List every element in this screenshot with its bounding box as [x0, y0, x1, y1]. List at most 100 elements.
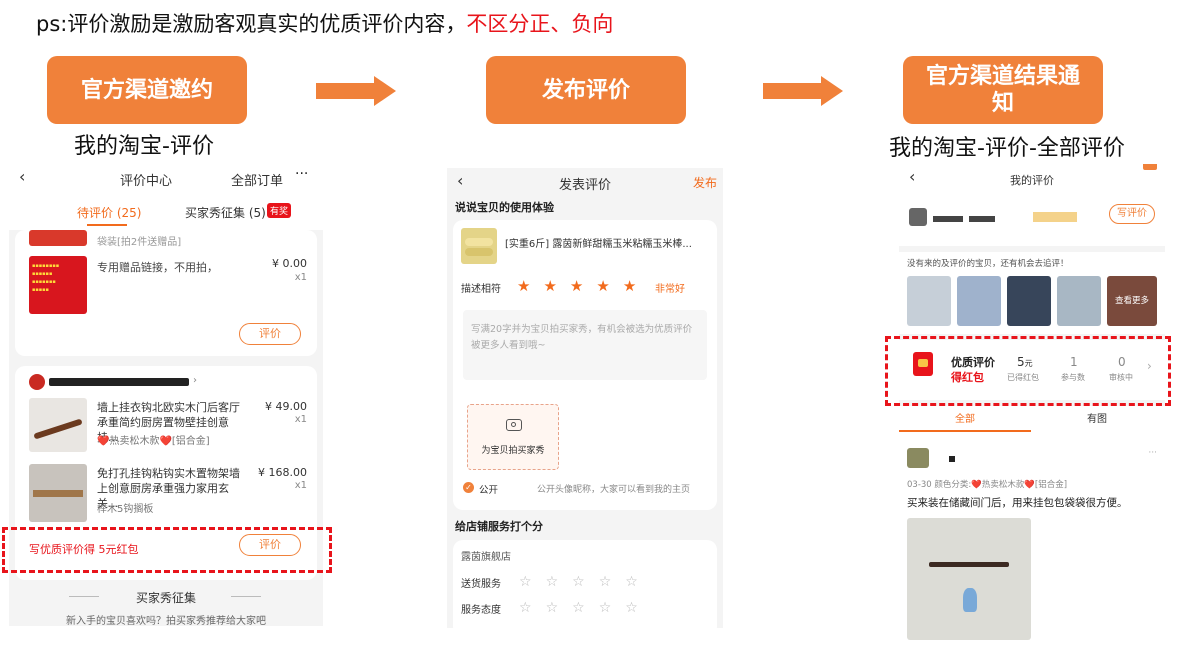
tab-pending[interactable]: 待评价 (25)	[77, 204, 141, 221]
more-dots-icon[interactable]: ···	[1148, 448, 1157, 458]
checkbox-checked-icon[interactable]: ✓	[463, 482, 474, 493]
gift-thumbnail: ▪▪▪▪▪▪▪▪ ▪▪▪▪▪▪ ▪▪▪▪▪▪▪ ▪▪▪▪▪	[29, 256, 87, 314]
add-photo-button[interactable]: 为宝贝拍买家秀	[467, 404, 559, 470]
item-tags: 榉木5钩搁板	[97, 504, 154, 515]
redacted-level	[1033, 212, 1077, 222]
rating-stars[interactable]: ★ ★ ★ ★ ★	[517, 276, 649, 295]
chevron-right-icon: ›	[193, 375, 197, 386]
see-more-label: 查看更多	[1114, 296, 1149, 306]
product-thumbnail[interactable]	[1057, 276, 1101, 326]
star-icon[interactable]: ★	[543, 277, 556, 295]
divider	[231, 596, 261, 597]
step-invite-label: 官方渠道邀约	[80, 77, 213, 103]
item-title: 专用赠品链接，不用拍，	[97, 261, 218, 274]
service-label: 服务态度	[461, 605, 501, 616]
avatar	[909, 208, 927, 226]
highlight-frame	[885, 336, 1171, 406]
item-price: ¥ 49.00	[265, 400, 307, 413]
step-invite-box: 官方渠道邀约	[47, 56, 247, 124]
tab-active-indicator	[899, 430, 1031, 432]
section-experience: 说说宝贝的使用体验	[455, 201, 554, 214]
step-notify-caption: 我的淘宝-评价-全部评价	[889, 136, 1125, 161]
shop-rating-card: 露茵旗舰店 送货服务 ☆ ☆ ☆ ☆ ☆ 服务态度 ☆ ☆ ☆ ☆ ☆	[453, 540, 717, 628]
star-outline-icon[interactable]: ☆	[519, 574, 532, 590]
service-stars[interactable]: ☆ ☆ ☆ ☆ ☆	[519, 597, 652, 616]
star-outline-icon[interactable]: ☆	[599, 600, 612, 616]
reward-badge: 有奖	[267, 203, 292, 218]
star-icon[interactable]: ★	[517, 277, 530, 295]
note-highlight: 不区分正、负向	[466, 12, 614, 36]
item-qty: x1	[294, 414, 307, 425]
phone2-header: ‹ 发表评价 发布	[447, 168, 723, 196]
divider	[899, 246, 1165, 252]
public-hint: 公开头像昵称，大家可以看到我的主页	[537, 485, 691, 495]
star-outline-icon[interactable]: ☆	[546, 574, 559, 590]
star-outline-icon[interactable]: ☆	[572, 600, 585, 616]
product-thumbnail	[461, 228, 497, 264]
phone1-header: ‹ 评价中心 全部订单 ···	[9, 164, 323, 194]
step-invite-caption: 我的淘宝-评价	[74, 134, 214, 159]
star-outline-icon[interactable]: ☆	[572, 574, 585, 590]
review-placeholder: 写满20字并为宝贝拍买家秀，有机会被选为优质评价被更多人看到哦~	[471, 324, 693, 351]
highlight-frame	[2, 527, 332, 573]
shop-logo	[29, 374, 45, 390]
pending-order-card: 袋装[拍2件送赠品] ▪▪▪▪▪▪▪▪ ▪▪▪▪▪▪ ▪▪▪▪▪▪▪ ▪▪▪▪▪ 专用…	[15, 230, 317, 356]
add-photo-label: 为宝贝拍买家秀	[481, 446, 545, 456]
product-title: [实重6斤] 露茵新鲜甜糯玉米粘糯玉米棒...	[505, 239, 692, 250]
more-dots-icon[interactable]: ···	[295, 166, 308, 182]
star-outline-icon[interactable]: ☆	[625, 574, 638, 590]
product-thumbnail[interactable]	[957, 276, 1001, 326]
tab-collect[interactable]: 买家秀征集 (5)	[185, 204, 266, 221]
shop-name: 露茵旗舰店	[461, 552, 511, 563]
tab-active-indicator	[87, 224, 127, 226]
collect-subtitle: 新入手的宝贝喜欢吗？拍买家秀推荐给大家吧	[66, 616, 266, 626]
tab-with-images[interactable]: 有图	[1087, 410, 1107, 425]
phone1-tabs: 待评价 (25) 买家秀征集 (5) 有奖	[9, 194, 323, 230]
item-qty: x1	[294, 272, 307, 283]
review-photo[interactable]	[907, 518, 1031, 640]
review-button[interactable]: 评价	[239, 323, 301, 345]
product-thumbnail[interactable]	[907, 276, 951, 326]
phone2-title: 发表评价	[558, 178, 611, 193]
redacted-nickname	[933, 216, 963, 222]
product-thumbnail	[29, 398, 87, 452]
product-thumbnail[interactable]	[1007, 276, 1051, 326]
avatar	[907, 448, 929, 468]
arrow-right-icon	[763, 76, 843, 106]
phone3-title: 我的评价	[1010, 174, 1054, 187]
service-stars[interactable]: ☆ ☆ ☆ ☆ ☆	[519, 571, 652, 590]
item-price: ¥ 0.00	[272, 257, 307, 270]
step-notify-box: 官方渠道结果通知	[903, 56, 1103, 124]
top-note: ps:评价激励是激励客观真实的优质评价内容，不区分正、负向	[36, 8, 613, 38]
star-outline-icon[interactable]: ☆	[546, 600, 559, 616]
redacted-shop-name	[49, 378, 189, 386]
star-icon[interactable]: ★	[596, 277, 609, 295]
message-icon[interactable]	[1143, 164, 1157, 170]
see-more-thumbnail[interactable]: 查看更多	[1107, 276, 1157, 326]
all-orders-link[interactable]: 全部订单	[231, 170, 283, 189]
item-price: ¥ 168.00	[258, 466, 307, 479]
write-review-button[interactable]: 写评价	[1109, 204, 1155, 224]
star-outline-icon[interactable]: ☆	[599, 574, 612, 590]
step-publish-label: 发布评价	[541, 77, 630, 103]
item-tags: ❤️热卖松木款❤️[铝合金]	[97, 436, 210, 447]
star-icon[interactable]: ★	[570, 277, 583, 295]
product-thumbnail	[29, 230, 87, 246]
review-meta: 03-30 颜色分类:❤️热卖松木款❤️[铝合金]	[907, 480, 1068, 490]
review-textarea[interactable]: 写满20字并为宝贝拍买家秀，有机会被选为优质评价被更多人看到哦~	[463, 310, 707, 380]
review-form-card: [实重6斤] 露茵新鲜甜糯玉米粘糯玉米棒... 描述相符 ★ ★ ★ ★ ★ 非常好 写…	[453, 220, 717, 510]
product-thumbnail	[29, 464, 87, 522]
step-notify-label: 官方渠道结果通知	[925, 64, 1080, 116]
camera-icon	[506, 419, 522, 431]
redacted-nickname	[949, 456, 955, 462]
star-icon[interactable]: ★	[623, 277, 636, 295]
item-qty: x1	[294, 480, 307, 491]
review-text: 买来装在储藏间门后，用来挂包包袋袋很方便。	[907, 497, 1128, 509]
star-outline-icon[interactable]: ☆	[519, 600, 532, 616]
public-label: 公开	[479, 485, 499, 496]
rating-label: 描述相符	[461, 284, 501, 295]
tab-all[interactable]: 全部	[955, 410, 975, 425]
star-outline-icon[interactable]: ☆	[625, 600, 638, 616]
not-reviewed-hint: 没有来的及评价的宝贝，还有机会去追评！	[907, 259, 1069, 269]
publish-button[interactable]: 发布	[693, 174, 717, 191]
